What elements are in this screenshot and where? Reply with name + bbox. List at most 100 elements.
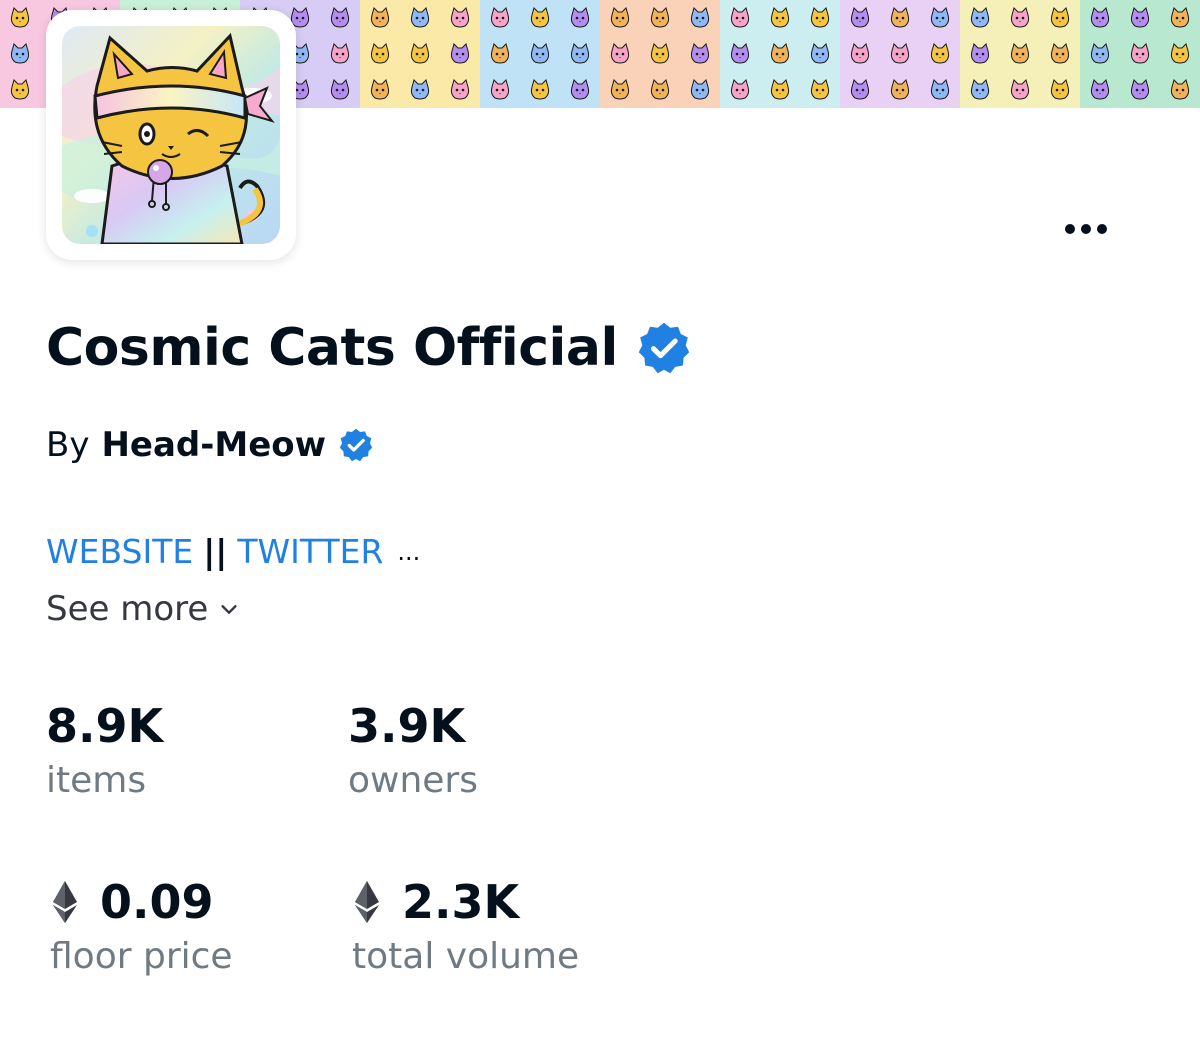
banner-cat-tile xyxy=(800,36,840,72)
stat-label: items xyxy=(46,760,147,801)
more-options-button[interactable] xyxy=(1058,212,1114,246)
banner-cat-tile xyxy=(560,0,600,36)
cat-thumbnail-icon xyxy=(890,43,910,64)
banner-cat-tile xyxy=(880,72,920,108)
banner-cat-tile xyxy=(920,72,960,108)
banner-cat-tile xyxy=(1120,36,1160,72)
cat-thumbnail-icon xyxy=(330,43,350,64)
banner-cat-tile xyxy=(480,0,520,36)
banner-cat-tile xyxy=(760,36,800,72)
cat-thumbnail-icon xyxy=(10,43,30,64)
banner-cat-tile xyxy=(400,0,440,36)
cat-thumbnail-icon xyxy=(1090,79,1110,100)
banner-cat-tile xyxy=(680,36,720,72)
ethereum-icon xyxy=(53,881,77,923)
banner-cat-tile xyxy=(440,36,480,72)
stat-label: floor price xyxy=(50,936,233,977)
cat-thumbnail-icon xyxy=(530,43,550,64)
stat-value: 0.09 xyxy=(100,875,214,929)
banner-cat-tile xyxy=(1040,72,1080,108)
banner-cat-tile xyxy=(720,0,760,36)
banner-cat-tile xyxy=(1120,72,1160,108)
banner-cat-tile xyxy=(1120,0,1160,36)
banner-cat-tile xyxy=(680,0,720,36)
stat-label: total volume xyxy=(352,936,580,977)
see-more-label: See more xyxy=(46,589,209,629)
see-more-button[interactable]: See more xyxy=(46,584,240,634)
banner-cat-tile xyxy=(320,0,360,36)
chevron-down-icon xyxy=(221,605,237,614)
cat-thumbnail-icon xyxy=(770,79,790,100)
banner-cat-tile xyxy=(640,0,680,36)
cat-thumbnail-icon xyxy=(450,7,470,28)
website-link[interactable]: WEBSITE xyxy=(46,528,193,576)
cat-thumbnail-icon xyxy=(930,79,950,100)
banner-cat-tile xyxy=(720,36,760,72)
banner-cat-tile xyxy=(1080,72,1120,108)
banner-cat-tile xyxy=(720,72,760,108)
cat-thumbnail-icon xyxy=(610,79,630,100)
cat-thumbnail-icon xyxy=(370,43,390,64)
cat-thumbnail-icon xyxy=(1010,7,1030,28)
banner-cat-tile xyxy=(520,0,560,36)
creator-link[interactable]: Head-Meow xyxy=(101,420,326,470)
banner-cat-tile xyxy=(640,36,680,72)
cat-thumbnail-icon xyxy=(1050,7,1070,28)
cat-thumbnail-icon xyxy=(1130,79,1150,100)
cat-thumbnail-icon xyxy=(810,79,830,100)
cat-thumbnail-icon xyxy=(810,43,830,64)
cat-thumbnail-icon xyxy=(650,79,670,100)
cat-thumbnail-icon xyxy=(10,7,30,28)
cat-thumbnail-icon xyxy=(1130,43,1150,64)
cat-thumbnail-icon xyxy=(610,43,630,64)
banner-cat-tile xyxy=(520,36,560,72)
cat-thumbnail-icon xyxy=(810,7,830,28)
banner-cat-tile xyxy=(600,72,640,108)
stat-floor-price[interactable]: 0.09 floor price xyxy=(46,872,233,982)
cat-thumbnail-icon xyxy=(570,79,590,100)
cat-thumbnail-icon xyxy=(330,7,350,28)
banner-cat-tile xyxy=(480,72,520,108)
banner-cat-tile xyxy=(680,72,720,108)
banner-cat-tile xyxy=(640,72,680,108)
cat-thumbnail-icon xyxy=(10,79,30,100)
cat-thumbnail-icon xyxy=(1170,43,1190,64)
cat-thumbnail-icon xyxy=(690,79,710,100)
verified-badge-icon xyxy=(339,428,373,462)
cat-thumbnail-icon xyxy=(970,43,990,64)
twitter-link[interactable]: TWITTER xyxy=(237,528,383,576)
cat-thumbnail-icon xyxy=(490,79,510,100)
cat-thumbnail-icon xyxy=(370,79,390,100)
banner-cat-tile xyxy=(800,72,840,108)
banner-cat-tile xyxy=(1160,36,1200,72)
stat-label: owners xyxy=(348,760,478,801)
stat-items[interactable]: 8.9K items xyxy=(46,696,163,806)
banner-cat-tile xyxy=(320,72,360,108)
cat-thumbnail-icon xyxy=(530,79,550,100)
cat-thumbnail-icon xyxy=(730,43,750,64)
banner-cat-tile xyxy=(840,0,880,36)
banner-cat-tile xyxy=(360,72,400,108)
more-horizontal-icon xyxy=(1065,224,1075,234)
cat-thumbnail-icon xyxy=(450,79,470,100)
cat-thumbnail-icon xyxy=(970,7,990,28)
banner-cat-tile xyxy=(840,36,880,72)
stat-owners[interactable]: 3.9K owners xyxy=(348,696,478,806)
stat-total-volume[interactable]: 2.3K total volume xyxy=(348,872,579,982)
cat-thumbnail-icon xyxy=(650,7,670,28)
banner-cat-tile xyxy=(600,0,640,36)
banner-cat-tile xyxy=(920,36,960,72)
more-horizontal-icon xyxy=(1081,224,1091,234)
cat-thumbnail-icon xyxy=(1050,43,1070,64)
cat-thumbnail-icon xyxy=(690,43,710,64)
cat-thumbnail-icon xyxy=(850,79,870,100)
collection-title: Cosmic Cats Official xyxy=(46,318,618,378)
creator-row: By Head-Meow xyxy=(46,420,374,470)
banner-cat-tile xyxy=(880,0,920,36)
cat-thumbnail-icon xyxy=(770,7,790,28)
banner-cat-tile xyxy=(1160,72,1200,108)
banner-cat-tile xyxy=(520,72,560,108)
banner-cat-tile xyxy=(1000,36,1040,72)
banner-cat-tile xyxy=(840,72,880,108)
banner-cat-tile xyxy=(760,0,800,36)
